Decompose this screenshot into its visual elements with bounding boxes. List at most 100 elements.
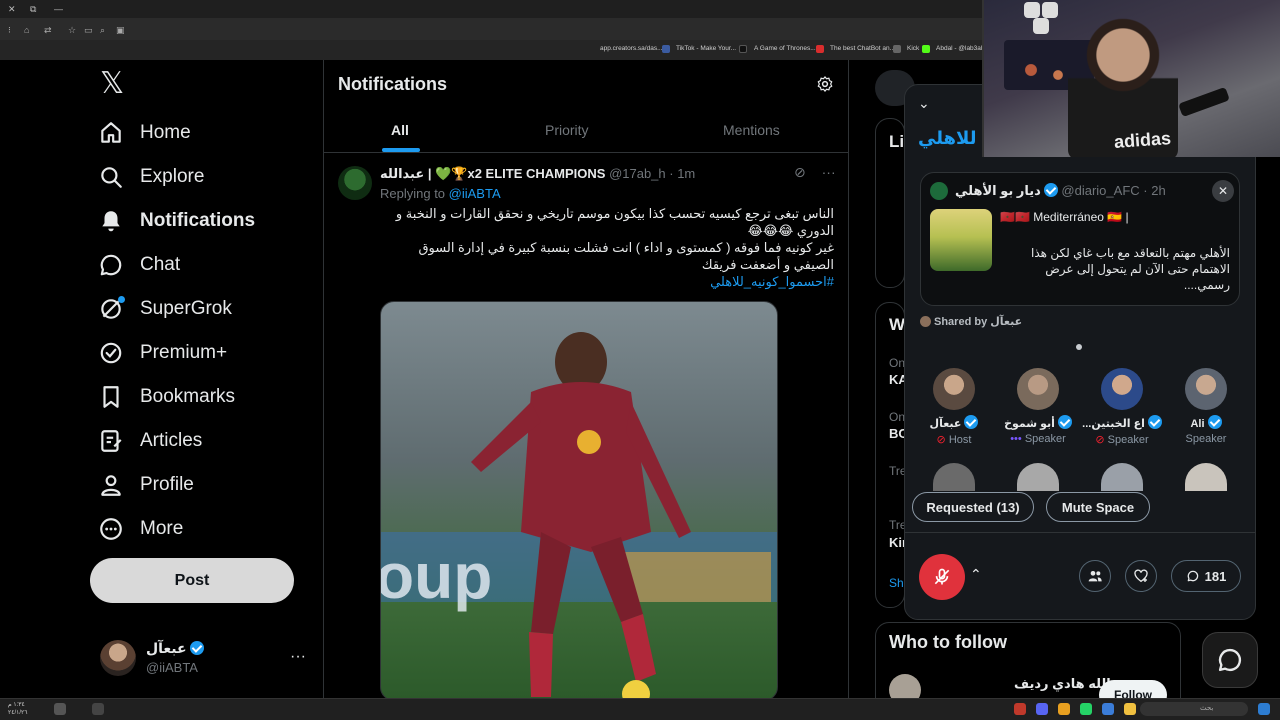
hashtag-link[interactable]: #احسموا_كونيه_للاهلي xyxy=(380,273,834,290)
participant-name: أبو شموخ xyxy=(996,415,1080,430)
card-handle: @diario_AFC xyxy=(1061,183,1140,198)
notification-icon[interactable] xyxy=(54,703,66,715)
space-participant[interactable]: Ali Speaker xyxy=(1164,368,1248,445)
more-icon[interactable]: ··· xyxy=(822,164,836,180)
mute-space-button[interactable]: Mute Space xyxy=(1046,492,1150,522)
account-more-icon[interactable]: ··· xyxy=(290,648,306,666)
verified-badge-icon xyxy=(1207,415,1222,429)
mic-toggle-button[interactable] xyxy=(919,554,965,600)
article-icon xyxy=(101,430,122,452)
react-button[interactable] xyxy=(1125,560,1157,592)
taskbar-search[interactable]: بحث xyxy=(1140,702,1248,716)
participant-name: ...اع الخبتين xyxy=(1080,415,1164,430)
extension-icon[interactable]: ▣ xyxy=(116,25,125,36)
muted-mic-icon xyxy=(934,568,950,585)
post-author[interactable]: عبدالله | 💚🏆x2 ELITE CHAMPIONS @17ab_h ·… xyxy=(380,166,695,182)
nav-premium[interactable]: Premium+ xyxy=(98,333,227,373)
search-icon[interactable]: ⌕ xyxy=(100,25,105,36)
verified-badge-icon xyxy=(1147,415,1162,429)
whats-happening-card xyxy=(875,302,905,608)
close-icon[interactable]: ✕ xyxy=(1212,180,1234,202)
bookmark[interactable]: Kick xyxy=(907,45,919,52)
chevron-down-icon[interactable]: ⌄ xyxy=(918,95,930,112)
nav-profile[interactable]: Profile xyxy=(98,465,194,505)
extension-icon[interactable]: ⌂ xyxy=(24,25,29,35)
tab-priority[interactable]: Priority xyxy=(545,122,589,138)
nav-articles[interactable]: Articles xyxy=(98,421,202,461)
taskbar-clock[interactable]: ١:٣٤ م ٢٤/١/٢٦ xyxy=(8,701,27,717)
participant-role-text: Host xyxy=(948,434,972,446)
nav-bookmarks[interactable]: Bookmarks xyxy=(98,377,235,417)
post-image[interactable]: oup xyxy=(380,301,778,701)
nav-supergrok[interactable]: SuperGrok xyxy=(98,289,232,329)
verified-badge-icon xyxy=(1057,415,1072,429)
minimize-window-icon[interactable]: — xyxy=(54,4,63,14)
bookmark[interactable]: TikTok - Make Your... xyxy=(676,45,736,52)
space-participant[interactable]: ...اع الخبتين ⊘ Speaker xyxy=(1080,368,1164,446)
participant-name-text: أبو شموخ xyxy=(1004,418,1055,430)
kick-icon xyxy=(922,45,930,53)
replies-button[interactable]: 181 xyxy=(1171,560,1241,592)
chat-icon xyxy=(100,254,122,276)
speaking-dots-icon: ••• xyxy=(1010,433,1022,445)
nav-notifications[interactable]: Notifications xyxy=(98,201,255,241)
folder-icon[interactable] xyxy=(1124,703,1136,715)
nav-explore[interactable]: Explore xyxy=(98,157,204,197)
avatar[interactable] xyxy=(100,640,136,676)
tab-mentions[interactable]: Mentions xyxy=(723,122,780,138)
account-name[interactable]: عبعآل xyxy=(146,640,204,657)
card-author: ديار بو الأهلي @diario_AFC · 2h xyxy=(955,183,1166,199)
app-icon[interactable] xyxy=(1014,703,1026,715)
mic-icon[interactable] xyxy=(92,703,104,715)
taskbar-time: ١:٣٤ م xyxy=(8,702,25,708)
participants-button[interactable] xyxy=(1079,560,1111,592)
windows-start-icon[interactable] xyxy=(1258,703,1270,715)
close-window-icon[interactable]: ✕ xyxy=(8,4,16,15)
nav-label: Articles xyxy=(140,430,203,451)
tab-all[interactable]: All xyxy=(391,122,409,138)
star-icon[interactable]: ☆ xyxy=(68,25,76,36)
participant-name: عبعآل xyxy=(912,415,996,430)
chrome-icon[interactable] xyxy=(1058,703,1070,715)
nav-chat[interactable]: Chat xyxy=(98,245,180,285)
show-more-link[interactable]: Sh xyxy=(889,576,904,590)
avatar[interactable] xyxy=(338,166,372,200)
post-text: الناس تبغى ترجع كيسيه تحسب كذا بيكون موس… xyxy=(380,205,834,290)
post-button[interactable]: Post xyxy=(90,558,294,603)
reply-handle[interactable]: @iiABTA xyxy=(449,186,501,201)
card-flag-line: 🇲🇦🇲🇦 Mediterráneo 🇪🇸 | xyxy=(1000,210,1129,224)
nav-more[interactable]: More xyxy=(98,509,183,549)
space-participant[interactable]: أبو شموخ ••• Speaker xyxy=(996,368,1080,445)
bookmark[interactable]: The best ChatBot an... xyxy=(830,45,895,52)
who-to-follow-title: Who to follow xyxy=(889,632,1007,652)
search-icon xyxy=(101,167,122,188)
nav-home[interactable]: Home xyxy=(98,113,191,153)
bookmark[interactable]: Abdal - @lab3al xyxy=(936,45,982,52)
gear-icon[interactable] xyxy=(816,75,834,93)
bookmark[interactable]: app.creators.sa/das... xyxy=(600,45,663,52)
extension-icon[interactable]: ⇄ xyxy=(44,25,52,36)
nav-label: Bookmarks xyxy=(140,386,236,407)
x-logo-icon[interactable]: 𝕏 xyxy=(100,69,126,99)
discord-icon[interactable] xyxy=(1036,703,1048,715)
restore-window-icon[interactable]: ⧉ xyxy=(30,4,36,15)
verified-badge-icon xyxy=(100,342,122,364)
shared-by: Shared by عبعآل xyxy=(920,315,1022,328)
nav-label: Profile xyxy=(140,474,194,495)
avatar xyxy=(933,368,975,410)
menu-dots-icon[interactable]: ⁝ xyxy=(8,25,11,36)
requested-button[interactable]: Requested (13) xyxy=(912,492,1034,522)
space-participant[interactable]: عبعآل ⊘ Host xyxy=(912,368,996,446)
messages-fab[interactable] xyxy=(1202,632,1258,688)
chevron-up-icon[interactable]: ⌃ xyxy=(970,566,982,583)
person-icon xyxy=(101,475,121,496)
nav-label: Chat xyxy=(140,254,181,275)
app-icon[interactable] xyxy=(1102,703,1114,715)
whatsapp-icon[interactable] xyxy=(1080,703,1092,715)
extension-icon[interactable]: ▭ xyxy=(84,25,93,36)
grok-icon[interactable]: ⊘ xyxy=(794,164,806,180)
participant-role-text: Speaker xyxy=(1024,433,1066,445)
bookmark[interactable]: A Game of Thrones... xyxy=(754,45,816,52)
taskbar: ١:٣٤ م ٢٤/١/٢٦ بحث xyxy=(0,698,1280,720)
avatar xyxy=(1017,368,1059,410)
